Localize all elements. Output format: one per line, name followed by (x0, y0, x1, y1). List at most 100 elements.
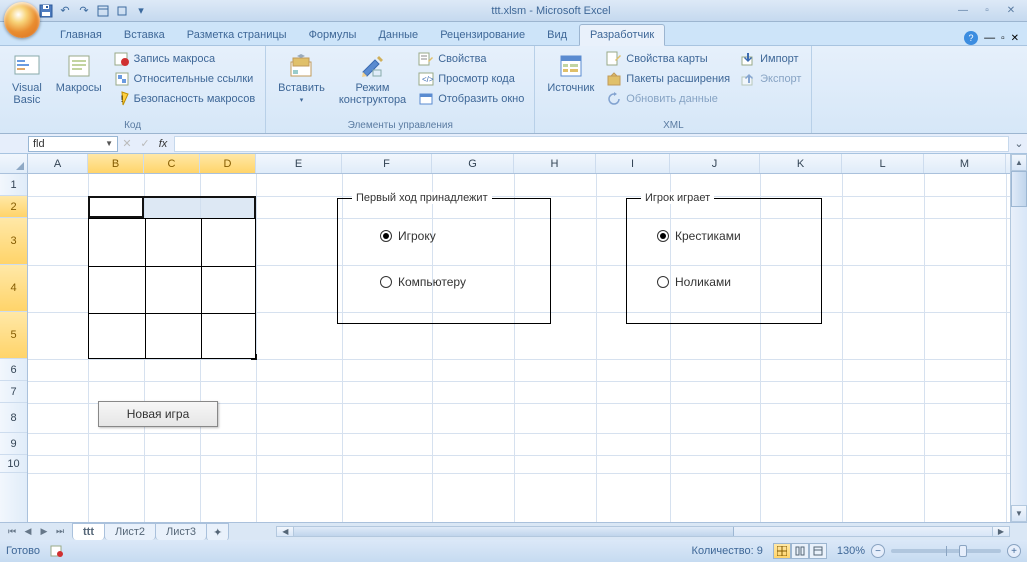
custom1-icon[interactable] (95, 3, 111, 19)
custom2-icon[interactable] (114, 3, 130, 19)
page-break-view-button[interactable] (809, 543, 827, 559)
scroll-thumb[interactable] (1011, 171, 1027, 207)
macro-security-button[interactable]: ! Безопасность макросов (112, 90, 258, 108)
help-icon[interactable]: ? (964, 31, 978, 45)
column-header-C[interactable]: C (144, 154, 200, 173)
select-all-corner[interactable] (0, 154, 28, 173)
restore-button[interactable]: ▫ (977, 4, 997, 18)
column-header-E[interactable]: E (256, 154, 342, 173)
office-button[interactable] (4, 2, 40, 38)
vertical-scrollbar[interactable]: ▲ ▼ (1010, 154, 1027, 522)
import-button[interactable]: Импорт (738, 50, 803, 68)
save-icon[interactable] (38, 3, 54, 19)
source-button[interactable]: Источник (543, 50, 598, 96)
doc-minimize-button[interactable]: — (984, 32, 995, 44)
doc-restore-button[interactable]: ▫ (1001, 33, 1005, 44)
tab-insert[interactable]: Вставка (114, 25, 175, 45)
tab-nav-next[interactable]: ▶ (36, 526, 52, 537)
enter-formula-icon[interactable]: ✓ (136, 137, 154, 150)
tab-view[interactable]: Вид (537, 25, 577, 45)
page-layout-view-button[interactable] (791, 543, 809, 559)
row-header-9[interactable]: 9 (0, 433, 27, 455)
qat-dropdown-icon[interactable]: ▾ (133, 3, 149, 19)
row-header-2[interactable]: 2 (0, 196, 27, 218)
zoom-in-button[interactable]: + (1007, 544, 1021, 558)
name-box[interactable]: fld▼ (28, 136, 118, 152)
scroll-down-button[interactable]: ▼ (1011, 505, 1027, 522)
radio-crosses[interactable]: Крестиками (657, 229, 741, 243)
tab-data[interactable]: Данные (368, 25, 428, 45)
column-header-K[interactable]: K (760, 154, 842, 173)
cancel-formula-icon[interactable]: ✕ (118, 137, 136, 150)
relative-refs-button[interactable]: Относительные ссылки (112, 70, 258, 88)
normal-view-button[interactable] (773, 543, 791, 559)
redo-icon[interactable]: ↷ (76, 3, 92, 19)
column-header-B[interactable]: B (88, 154, 144, 173)
scroll-right-button[interactable]: ▶ (992, 527, 1009, 536)
zoom-slider-knob[interactable] (959, 545, 967, 557)
column-header-L[interactable]: L (842, 154, 924, 173)
radio-noughts[interactable]: Ноликами (657, 275, 731, 289)
refresh-data-button[interactable]: Обновить данные (604, 90, 732, 108)
map-properties-button[interactable]: Свойства карты (604, 50, 732, 68)
row-header-5[interactable]: 5 (0, 312, 27, 359)
doc-close-button[interactable]: ✕ (1011, 33, 1019, 44)
sheet-tab-3[interactable]: Лист3 (155, 523, 207, 540)
row-header-1[interactable]: 1 (0, 174, 27, 196)
row-header-7[interactable]: 7 (0, 381, 27, 403)
row-header-4[interactable]: 4 (0, 265, 27, 312)
tab-home[interactable]: Главная (50, 25, 112, 45)
record-macro-button[interactable]: Запись макроса (112, 50, 258, 68)
export-button[interactable]: Экспорт (738, 70, 803, 88)
new-sheet-tab[interactable]: ✦ (206, 523, 229, 541)
new-game-button[interactable]: Новая игра (98, 401, 218, 427)
zoom-out-button[interactable]: − (871, 544, 885, 558)
radio-computer[interactable]: Компьютеру (380, 275, 466, 289)
macros-button[interactable]: Макросы (52, 50, 106, 96)
tab-developer[interactable]: Разработчик (579, 24, 665, 46)
tab-nav-last[interactable]: ⏭ (52, 526, 68, 537)
horizontal-scrollbar[interactable]: ◀ ▶ (276, 526, 1010, 537)
scroll-left-button[interactable]: ◀ (277, 527, 294, 536)
scroll-up-button[interactable]: ▲ (1011, 154, 1027, 171)
column-header-G[interactable]: G (432, 154, 514, 173)
cell-grid[interactable]: Новая игра Первый ход принадлежит Игроку… (28, 174, 1010, 522)
row-header-10[interactable]: 10 (0, 455, 27, 473)
column-header-F[interactable]: F (342, 154, 432, 173)
insert-button[interactable]: Вставить▾ (274, 50, 329, 106)
close-button[interactable]: ✕ (1001, 4, 1021, 18)
minimize-button[interactable]: — (953, 4, 973, 18)
zoom-slider[interactable] (891, 549, 1001, 553)
column-header-J[interactable]: J (670, 154, 760, 173)
column-header-I[interactable]: I (596, 154, 670, 173)
row-header-6[interactable]: 6 (0, 359, 27, 381)
design-mode-icon (359, 52, 387, 80)
tab-pagelayout[interactable]: Разметка страницы (177, 25, 297, 45)
view-code-button[interactable]: </> Просмотр кода (416, 70, 526, 88)
zoom-value[interactable]: 130% (837, 545, 865, 557)
tab-formulas[interactable]: Формулы (299, 25, 367, 45)
row-header-3[interactable]: 3 (0, 218, 27, 265)
run-dialog-button[interactable]: Отобразить окно (416, 90, 526, 108)
row-header-8[interactable]: 8 (0, 403, 27, 433)
visual-basic-button[interactable]: Visual Basic (8, 50, 46, 108)
scroll-thumb[interactable] (294, 527, 734, 536)
column-header-A[interactable]: A (28, 154, 88, 173)
macro-recording-icon[interactable] (50, 544, 64, 558)
sheet-tab-2[interactable]: Лист2 (104, 523, 156, 540)
tab-review[interactable]: Рецензирование (430, 25, 535, 45)
tab-nav-first[interactable]: ⏮ (4, 526, 20, 537)
expand-formula-bar-icon[interactable]: ⌄ (1011, 137, 1027, 150)
design-mode-button[interactable]: Режим конструктора (335, 50, 410, 108)
radio-player[interactable]: Игроку (380, 229, 436, 243)
undo-icon[interactable]: ↶ (57, 3, 73, 19)
sheet-tab-ttt[interactable]: ttt (72, 523, 105, 540)
expansion-packs-button[interactable]: Пакеты расширения (604, 70, 732, 88)
properties-button[interactable]: Свойства (416, 50, 526, 68)
column-header-M[interactable]: M (924, 154, 1006, 173)
column-header-D[interactable]: D (200, 154, 256, 173)
tab-nav-prev[interactable]: ◀ (20, 526, 36, 537)
column-header-H[interactable]: H (514, 154, 596, 173)
fx-button[interactable]: fx (154, 138, 172, 150)
formula-input[interactable] (174, 136, 1009, 152)
